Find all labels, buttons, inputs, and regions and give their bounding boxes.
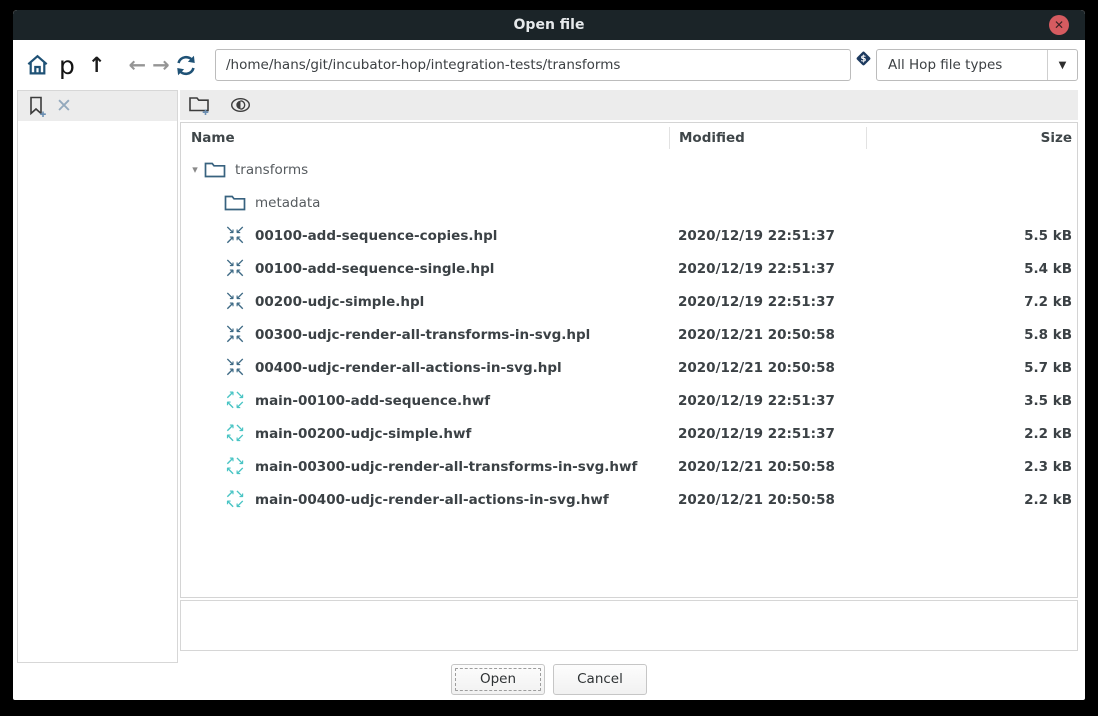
folder-icon bbox=[203, 161, 227, 178]
table-row[interactable]: ↗↘↖↙ main-00400-udjc-render-all-actions-… bbox=[181, 483, 1077, 516]
chevron-down-icon: ▼ bbox=[1047, 50, 1077, 80]
cell-name: ↘↙↗↖ 00300-udjc-render-all-transforms-in… bbox=[181, 325, 669, 344]
cell-modified: 2020/12/19 22:51:37 bbox=[669, 228, 866, 244]
home-icon[interactable] bbox=[25, 49, 50, 81]
file-browser-panel: Name Modified Size ▾ transforms metadata… bbox=[180, 90, 1078, 651]
pipeline-file-icon: ↘↙↗↖ bbox=[223, 292, 247, 311]
workflow-file-icon: ↗↘↖↙ bbox=[223, 490, 247, 509]
table-row[interactable]: ↘↙↗↖ 00100-add-sequence-copies.hpl 2020/… bbox=[181, 219, 1077, 252]
variable-icon[interactable]: $ bbox=[855, 50, 872, 67]
cell-size: 2.2 kB bbox=[866, 426, 1077, 442]
pipeline-file-icon: ↘↙↗↖ bbox=[223, 226, 247, 245]
new-folder-icon[interactable] bbox=[188, 89, 212, 121]
cell-size: 5.5 kB bbox=[866, 228, 1077, 244]
cell-modified: 2020/12/19 22:51:37 bbox=[669, 426, 866, 442]
dialog-footer: Open Cancel bbox=[13, 662, 1085, 696]
table-row[interactable]: ↘↙↗↖ 00200-udjc-simple.hpl 2020/12/19 22… bbox=[181, 285, 1077, 318]
open-button[interactable]: Open bbox=[451, 664, 545, 695]
cell-size: 3.5 kB bbox=[866, 393, 1077, 409]
show-hidden-eye-icon[interactable] bbox=[230, 89, 251, 121]
cell-modified: 2020/12/19 22:51:37 bbox=[669, 294, 866, 310]
bookmarks-toolbar: ✕ bbox=[18, 91, 177, 121]
bookmarks-panel: ✕ bbox=[17, 90, 178, 663]
close-icon[interactable]: ✕ bbox=[1049, 15, 1069, 35]
file-name-label: 00200-udjc-simple.hpl bbox=[255, 294, 424, 310]
cell-size: 5.8 kB bbox=[866, 327, 1077, 343]
table-row[interactable]: ↘↙↗↖ 00100-add-sequence-single.hpl 2020/… bbox=[181, 252, 1077, 285]
table-row[interactable]: ↗↘↖↙ main-00100-add-sequence.hwf 2020/12… bbox=[181, 384, 1077, 417]
cell-size: 2.3 kB bbox=[866, 459, 1077, 475]
file-name-label: main-00300-udjc-render-all-transforms-in… bbox=[255, 459, 637, 475]
cancel-button[interactable]: Cancel bbox=[553, 664, 647, 695]
titlebar[interactable]: Open file ✕ bbox=[13, 10, 1085, 40]
cell-name: ↘↙↗↖ 00100-add-sequence-copies.hpl bbox=[181, 226, 669, 245]
workflow-file-icon: ↗↘↖↙ bbox=[223, 457, 247, 476]
cell-name: ↘↙↗↖ 00200-udjc-simple.hpl bbox=[181, 292, 669, 311]
cell-name: ↗↘↖↙ main-00300-udjc-render-all-transfor… bbox=[181, 457, 669, 476]
selection-detail-box[interactable] bbox=[180, 600, 1078, 651]
cell-name: ▾ transforms bbox=[181, 161, 669, 178]
bookmarks-list[interactable] bbox=[18, 121, 177, 662]
table-row[interactable]: ↗↘↖↙ main-00300-udjc-render-all-transfor… bbox=[181, 450, 1077, 483]
file-name-label: 00100-add-sequence-single.hpl bbox=[255, 261, 494, 277]
column-header-name[interactable]: Name bbox=[181, 130, 669, 146]
cell-size: 5.4 kB bbox=[866, 261, 1077, 277]
cell-modified: 2020/12/21 20:50:58 bbox=[669, 360, 866, 376]
cell-name: metadata bbox=[181, 194, 669, 211]
cell-modified: 2020/12/21 20:50:58 bbox=[669, 327, 866, 343]
navigate-back-icon[interactable]: ← bbox=[128, 53, 146, 77]
file-name-label: transforms bbox=[235, 162, 308, 178]
pipeline-file-icon: ↘↙↗↖ bbox=[223, 325, 247, 344]
cell-size: 7.2 kB bbox=[866, 294, 1077, 310]
table-row[interactable]: ↘↙↗↖ 00300-udjc-render-all-transforms-in… bbox=[181, 318, 1077, 351]
refresh-icon[interactable] bbox=[173, 49, 199, 81]
expander-icon[interactable]: ▾ bbox=[187, 163, 203, 176]
cell-modified: 2020/12/19 22:51:37 bbox=[669, 261, 866, 277]
cell-name: ↗↘↖↙ main-00100-add-sequence.hwf bbox=[181, 391, 669, 410]
cell-size: 2.2 kB bbox=[866, 492, 1077, 508]
file-type-dropdown[interactable]: All Hop file types ▼ bbox=[876, 49, 1078, 81]
navigate-up-icon[interactable]: ↑ bbox=[88, 53, 106, 77]
workflow-file-icon: ↗↘↖↙ bbox=[223, 424, 247, 443]
path-input[interactable] bbox=[215, 49, 851, 81]
table-row[interactable]: metadata bbox=[181, 186, 1077, 219]
open-file-dialog: Open file ✕ p ↑ ← → bbox=[13, 10, 1085, 700]
cell-size: 5.7 kB bbox=[866, 360, 1077, 376]
svg-text:$: $ bbox=[861, 55, 867, 65]
cell-name: ↗↘↖↙ main-00200-udjc-simple.hwf bbox=[181, 424, 669, 443]
folder-icon bbox=[223, 194, 247, 211]
file-name-label: main-00200-udjc-simple.hwf bbox=[255, 426, 471, 442]
cell-name: ↘↙↗↖ 00100-add-sequence-single.hpl bbox=[181, 259, 669, 278]
cell-name: ↘↙↗↖ 00400-udjc-render-all-actions-in-sv… bbox=[181, 358, 669, 377]
navigation-toolbar: p ↑ ← → $ All Hop file types ▼ bbox=[13, 40, 1085, 90]
table-row[interactable]: ↗↘↖↙ main-00200-udjc-simple.hwf 2020/12/… bbox=[181, 417, 1077, 450]
cell-modified: 2020/12/21 20:50:58 bbox=[669, 492, 866, 508]
column-header-size[interactable]: Size bbox=[866, 127, 1077, 149]
table-row[interactable]: ↘↙↗↖ 00400-udjc-render-all-actions-in-sv… bbox=[181, 351, 1077, 384]
cell-modified: 2020/12/21 20:50:58 bbox=[669, 459, 866, 475]
column-header-modified[interactable]: Modified bbox=[669, 127, 866, 149]
table-row[interactable]: ▾ transforms bbox=[181, 153, 1077, 186]
remove-bookmark-icon[interactable]: ✕ bbox=[56, 97, 72, 116]
browser-toolbar bbox=[180, 90, 1078, 120]
file-name-label: main-00100-add-sequence.hwf bbox=[255, 393, 490, 409]
table-header: Name Modified Size bbox=[181, 123, 1077, 153]
cell-name: ↗↘↖↙ main-00400-udjc-render-all-actions-… bbox=[181, 490, 669, 509]
pipeline-file-icon: ↘↙↗↖ bbox=[223, 259, 247, 278]
file-name-label: 00300-udjc-render-all-transforms-in-svg.… bbox=[255, 327, 590, 343]
file-name-label: 00400-udjc-render-all-actions-in-svg.hpl bbox=[255, 360, 562, 376]
window-title: Open file bbox=[514, 17, 585, 33]
workflow-file-icon: ↗↘↖↙ bbox=[223, 391, 247, 410]
cell-modified: 2020/12/19 22:51:37 bbox=[669, 393, 866, 409]
file-name-label: 00100-add-sequence-copies.hpl bbox=[255, 228, 497, 244]
add-bookmark-icon[interactable] bbox=[27, 90, 47, 122]
file-name-label: main-00400-udjc-render-all-actions-in-sv… bbox=[255, 492, 609, 508]
pipeline-file-icon: ↘↙↗↖ bbox=[223, 358, 247, 377]
navigate-forward-icon[interactable]: → bbox=[152, 53, 170, 77]
file-table-body: ▾ transforms metadata ↘↙↗↖ 00100-add-seq… bbox=[181, 153, 1077, 516]
file-name-label: metadata bbox=[255, 195, 320, 211]
file-table: Name Modified Size ▾ transforms metadata… bbox=[180, 122, 1078, 598]
pin-icon[interactable]: p bbox=[59, 53, 75, 78]
file-type-selected: All Hop file types bbox=[877, 57, 1047, 73]
